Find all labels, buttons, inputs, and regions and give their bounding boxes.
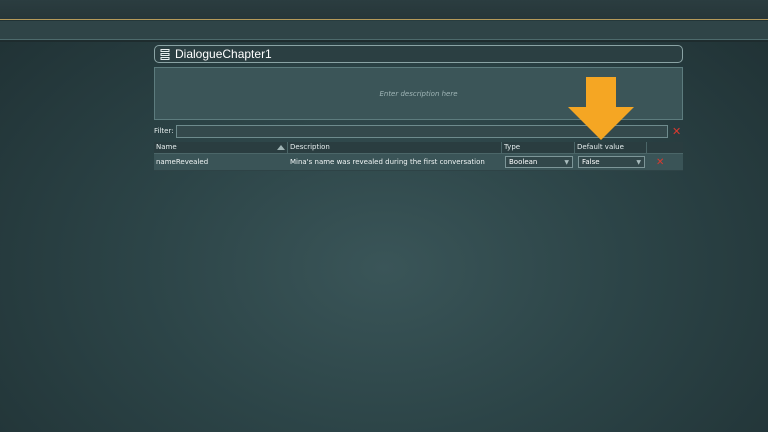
table-header: Name Description Type Default value bbox=[154, 142, 683, 154]
column-header-label: Description bbox=[290, 143, 330, 151]
column-header-label: Default value bbox=[577, 143, 624, 151]
type-dropdown[interactable]: Boolean ▼ bbox=[505, 156, 573, 168]
variable-description[interactable]: Mina's name was revealed during the firs… bbox=[288, 158, 502, 166]
filter-clear-icon[interactable]: ✕ bbox=[672, 126, 681, 137]
sort-ascending-icon[interactable] bbox=[277, 145, 285, 150]
database-icon bbox=[160, 48, 170, 60]
type-dropdown-value: Boolean bbox=[509, 158, 538, 166]
chevron-down-icon: ▼ bbox=[564, 158, 569, 166]
chevron-down-icon: ▼ bbox=[636, 158, 641, 166]
type-cell: Boolean ▼ bbox=[502, 156, 575, 168]
sub-toolbar bbox=[0, 21, 768, 42]
default-value-dropdown-value: False bbox=[582, 158, 600, 166]
top-toolbar bbox=[0, 0, 768, 20]
column-header-label: Type bbox=[504, 143, 521, 151]
default-value-dropdown[interactable]: False ▼ bbox=[578, 156, 645, 168]
blackboard-title-box[interactable]: DialogueChapter1 bbox=[154, 45, 683, 63]
variable-name[interactable]: nameRevealed bbox=[154, 158, 288, 166]
default-value-cell: False ▼ bbox=[575, 156, 647, 168]
column-header-type[interactable]: Type bbox=[502, 142, 575, 153]
filter-label: Filter: bbox=[154, 127, 174, 135]
column-header-name[interactable]: Name bbox=[154, 142, 288, 153]
delete-cell: ✕ bbox=[647, 157, 683, 168]
column-header-description[interactable]: Description bbox=[288, 142, 502, 153]
table-row[interactable]: nameRevealed Mina's name was revealed du… bbox=[154, 154, 683, 171]
blackboard-title: DialogueChapter1 bbox=[175, 47, 272, 61]
column-header-default-value[interactable]: Default value bbox=[575, 142, 647, 153]
column-header-actions bbox=[647, 142, 683, 153]
delete-row-icon[interactable]: ✕ bbox=[656, 157, 664, 168]
pointer-arrow-icon bbox=[568, 77, 634, 140]
variables-table: Name Description Type Default value name… bbox=[154, 142, 683, 171]
column-header-label: Name bbox=[156, 143, 177, 151]
